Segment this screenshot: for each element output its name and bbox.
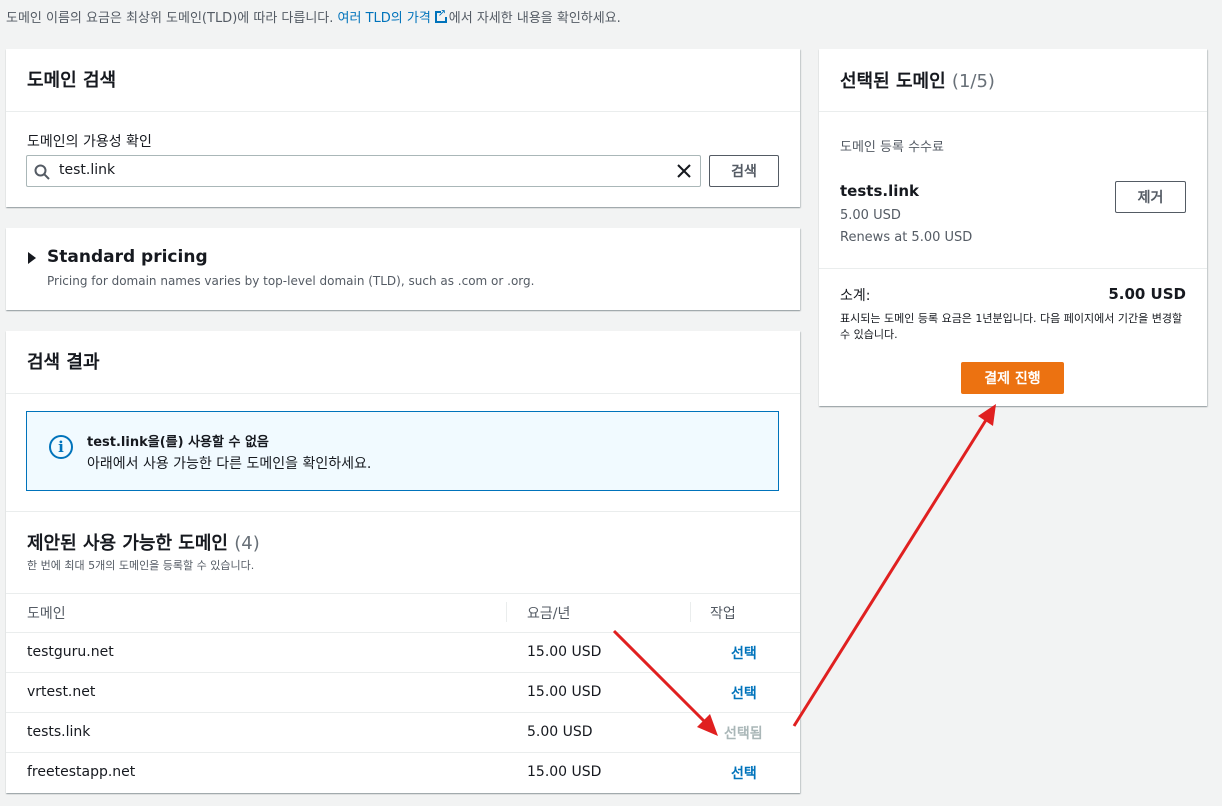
row-price: 15.00 USD <box>527 644 602 660</box>
arrow-to-checkout-button <box>792 404 996 727</box>
search-input-value: test.link <box>59 162 116 178</box>
row-price: 15.00 USD <box>527 764 602 780</box>
selected-title-text: 선택된 도메인 <box>840 71 946 92</box>
row-domain: vrtest.net <box>27 684 96 700</box>
unavailable-alert: i test.link을(를) 사용할 수 없음 아래에서 사용 가능한 다른 … <box>26 411 779 491</box>
pricing-info-note: 도메인 이름의 요금은 최상위 도메인(TLD)에 따라 다릅니다. 여러 TL… <box>6 7 621 26</box>
registration-fee-label: 도메인 등록 수수료 <box>840 140 944 155</box>
column-header-domain: 도메인 <box>27 606 66 622</box>
suggested-count: (4) <box>234 533 260 554</box>
row-price: 15.00 USD <box>527 684 602 700</box>
proceed-to-checkout-button[interactable]: 결제 진행 <box>961 362 1064 394</box>
alert-title: test.link을(를) 사용할 수 없음 <box>87 435 269 450</box>
selected-domains-card: 선택된 도메인 (1/5) 도메인 등록 수수료 tests.link 5.00… <box>819 49 1207 406</box>
selected-domain-price: 5.00 USD <box>840 208 901 223</box>
subtotal-value: 5.00 USD <box>1108 285 1186 303</box>
selected-title: 선택된 도메인 (1/5) <box>840 67 995 93</box>
standard-pricing-description: Pricing for domain names varies by top-l… <box>47 274 535 288</box>
pricing-info-text: 도메인 이름의 요금은 최상위 도메인(TLD)에 따라 다릅니다. <box>6 11 338 26</box>
suggested-title: 제안된 사용 가능한 도메인 <box>27 533 228 554</box>
column-header-action: 작업 <box>710 606 736 622</box>
selected-count: (1/5) <box>951 71 995 92</box>
domain-search-input[interactable]: test.link <box>26 155 701 187</box>
suggested-note: 한 번에 최대 5개의 도메인을 등록할 수 있습니다. <box>27 559 255 572</box>
column-header-price: 요금/년 <box>527 606 571 622</box>
availability-label: 도메인의 가용성 확인 <box>27 134 152 150</box>
search-card-title: 도메인 검색 <box>27 70 117 91</box>
search-icon <box>34 164 50 180</box>
domain-search-card: 도메인 검색 도메인의 가용성 확인 test.link 검색 <box>6 49 800 207</box>
select-button[interactable]: 선택 <box>731 763 757 783</box>
select-button[interactable]: 선택 <box>731 643 757 663</box>
standard-pricing-title[interactable]: Standard pricing <box>47 247 208 267</box>
select-button[interactable]: 선택 <box>731 683 757 703</box>
selected-domain-name: tests.link <box>840 182 920 200</box>
tld-pricing-link[interactable]: 여러 TLD의 가격 <box>338 11 431 26</box>
remove-button[interactable]: 제거 <box>1115 181 1186 213</box>
row-price: 5.00 USD <box>527 724 593 740</box>
selected-status: 선택됨 <box>724 726 763 742</box>
standard-pricing-card[interactable]: Standard pricing Pricing for domain name… <box>6 228 800 310</box>
info-icon: i <box>49 435 73 459</box>
external-link-icon <box>434 8 447 23</box>
search-results-card: 검색 결과 i test.link을(를) 사용할 수 없음 아래에서 사용 가… <box>6 331 800 793</box>
pricing-period-note: 표시되는 도메인 등록 요금은 1년분입니다. 다음 페이지에서 기간을 변경할… <box>840 312 1183 341</box>
row-domain: testguru.net <box>27 644 114 660</box>
row-domain: tests.link <box>27 724 91 740</box>
selected-domain-renewal: Renews at 5.00 USD <box>840 230 973 245</box>
results-title: 검색 결과 <box>27 352 100 373</box>
alert-body: 아래에서 사용 가능한 다른 도메인을 확인하세요. <box>87 456 372 472</box>
suggested-domains-heading: 제안된 사용 가능한 도메인 (4) <box>27 529 260 555</box>
clear-icon[interactable] <box>677 164 691 178</box>
search-button[interactable]: 검색 <box>709 155 779 187</box>
pricing-info-suffix: 에서 자세한 내용을 확인하세요. <box>448 11 621 26</box>
caret-right-icon[interactable] <box>27 252 37 264</box>
subtotal-label: 소계: <box>840 288 871 304</box>
row-domain: freetestapp.net <box>27 764 136 780</box>
